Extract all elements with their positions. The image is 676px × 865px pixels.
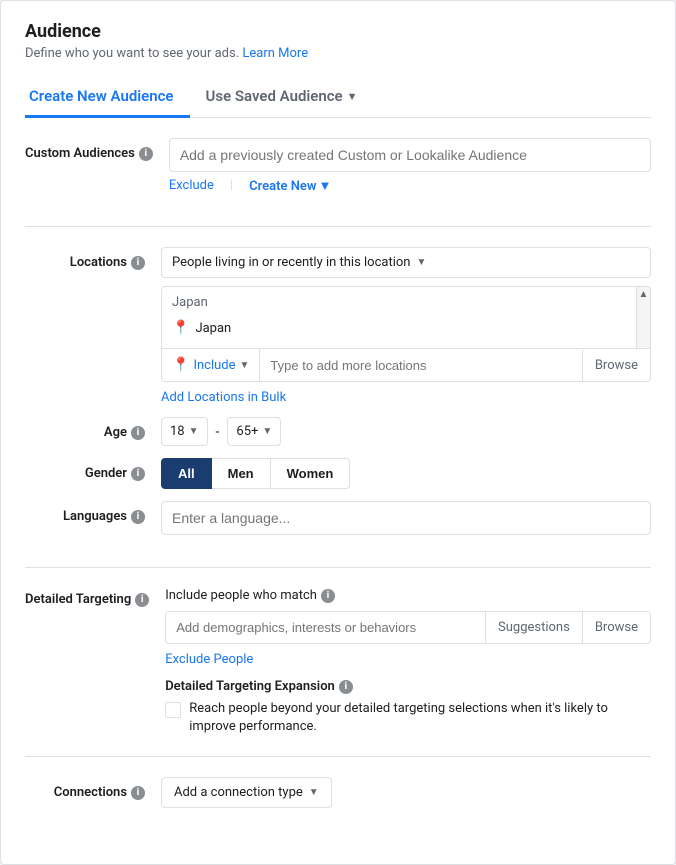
expansion-checkbox-row: Reach people beyond your detailed target…	[165, 700, 651, 736]
learn-more-link[interactable]: Learn More	[242, 46, 308, 61]
detailed-targeting-info-icon[interactable]: i	[135, 593, 149, 607]
connections-section: Connections i Add a connection type ▼	[25, 757, 651, 840]
detailed-targeting-content: Include people who match i Suggestions B…	[165, 588, 651, 736]
custom-audiences-content: Exclude | Create New ▼	[169, 138, 651, 194]
age-label: Age i	[25, 417, 145, 440]
connections-row: Connections i Add a connection type ▼	[25, 777, 651, 808]
gender-buttons: All Men Women	[161, 458, 651, 489]
location-item: 📍 Japan	[172, 316, 640, 340]
age-to-chevron-icon: ▼	[262, 426, 272, 437]
expansion-checkbox[interactable]	[165, 702, 181, 718]
gender-women-button[interactable]: Women	[271, 458, 351, 489]
connection-chevron-icon: ▼	[309, 787, 319, 798]
locations-label: Locations i	[25, 247, 145, 270]
include-row: 📍 Include ▼ Browse	[162, 348, 650, 381]
age-row: Age i 18 ▼ - 65+ ▼	[25, 417, 651, 446]
expansion-text: Reach people beyond your detailed target…	[189, 700, 651, 736]
location-type-input[interactable]	[260, 350, 581, 381]
include-pin-icon: 📍	[172, 357, 189, 373]
gender-row: Gender i All Men Women	[25, 458, 651, 489]
detailed-targeting-header: Detailed Targeting i Include people who …	[25, 588, 651, 736]
tab-create-new[interactable]: Create New Audience	[25, 77, 190, 118]
gender-content: All Men Women	[161, 458, 651, 489]
age-dash: -	[216, 424, 220, 440]
connections-label: Connections i	[25, 777, 145, 800]
suggestions-button[interactable]: Suggestions	[485, 612, 582, 643]
location-search-label: Japan	[172, 295, 640, 310]
age-from-select[interactable]: 18 ▼	[161, 417, 208, 446]
age-info-icon[interactable]: i	[131, 426, 145, 440]
location-browse-button[interactable]: Browse	[582, 350, 650, 381]
languages-input[interactable]	[161, 501, 651, 535]
tab-use-saved[interactable]: Use Saved Audience ▼	[190, 77, 362, 118]
detailed-targeting-section: Detailed Targeting i Include people who …	[25, 568, 651, 757]
age-from-chevron-icon: ▼	[189, 426, 199, 437]
scroll-up-icon[interactable]: ▲	[639, 289, 649, 300]
custom-audiences-links: Exclude | Create New ▼	[169, 178, 651, 194]
custom-audiences-section: Custom Audiences i Exclude | Create New …	[25, 118, 651, 227]
languages-row: Languages i	[25, 501, 651, 535]
exclude-people-link[interactable]: Exclude People	[165, 652, 651, 667]
exclude-link[interactable]: Exclude	[169, 178, 214, 194]
location-scrollbar[interactable]: ▲	[636, 287, 650, 348]
gender-all-button[interactable]: All	[161, 458, 212, 489]
header: Audience Define who you want to see your…	[25, 21, 651, 61]
audience-card: Audience Define who you want to see your…	[0, 0, 676, 865]
location-type-dropdown[interactable]: People living in or recently in this loc…	[161, 247, 651, 278]
include-button[interactable]: 📍 Include ▼	[162, 349, 260, 381]
gender-info-icon[interactable]: i	[131, 467, 145, 481]
connections-info-icon[interactable]: i	[131, 786, 145, 800]
expansion-row: Detailed Targeting Expansion i Reach peo…	[165, 679, 651, 736]
location-box: Japan 📍 Japan ▲ 📍 Include ▼	[161, 286, 651, 382]
detailed-targeting-input[interactable]	[166, 612, 485, 643]
page-subtitle: Define who you want to see your ads. Lea…	[25, 46, 651, 61]
connections-content: Add a connection type ▼	[161, 777, 651, 808]
custom-audiences-info-icon[interactable]: i	[139, 147, 153, 161]
create-new-link[interactable]: Create New ▼	[249, 178, 331, 194]
expansion-info-icon[interactable]: i	[339, 680, 353, 694]
connection-type-dropdown[interactable]: Add a connection type ▼	[161, 777, 332, 808]
locations-content: People living in or recently in this loc…	[161, 247, 651, 405]
languages-info-icon[interactable]: i	[131, 510, 145, 524]
locations-section: Locations i People living in or recently…	[25, 227, 651, 568]
detailed-targeting-title: Include people who match i	[165, 588, 651, 603]
divider: |	[230, 178, 233, 194]
age-controls: 18 ▼ - 65+ ▼	[161, 417, 651, 446]
detailed-targeting-label: Detailed Targeting i	[25, 588, 149, 607]
expansion-title: Detailed Targeting Expansion i	[165, 679, 651, 694]
custom-audiences-input[interactable]	[169, 138, 651, 172]
create-new-chevron-icon: ▼	[319, 178, 332, 194]
detailed-targeting-title-info-icon[interactable]: i	[321, 589, 335, 603]
location-box-inner: Japan 📍 Japan ▲	[162, 287, 650, 348]
age-to-select[interactable]: 65+ ▼	[227, 417, 281, 446]
custom-audiences-row: Custom Audiences i Exclude | Create New …	[25, 138, 651, 194]
include-chevron-icon: ▼	[240, 360, 250, 371]
languages-content	[161, 501, 651, 535]
age-content: 18 ▼ - 65+ ▼	[161, 417, 651, 446]
tabs: Create New Audience Use Saved Audience ▼	[25, 77, 651, 118]
location-pin-icon: 📍	[172, 320, 189, 336]
detailed-targeting-input-row: Suggestions Browse	[165, 611, 651, 644]
custom-audiences-label: Custom Audiences i	[25, 138, 153, 161]
gender-men-button[interactable]: Men	[212, 458, 271, 489]
bulk-locations-link[interactable]: Add Locations in Bulk	[161, 390, 651, 405]
use-saved-chevron-icon: ▼	[347, 90, 358, 103]
location-dropdown-chevron-icon: ▼	[416, 257, 426, 268]
languages-label: Languages i	[25, 501, 145, 524]
locations-row: Locations i People living in or recently…	[25, 247, 651, 405]
page-title: Audience	[25, 21, 651, 42]
detailed-browse-button[interactable]: Browse	[582, 612, 650, 643]
gender-label: Gender i	[25, 458, 145, 481]
locations-info-icon[interactable]: i	[131, 256, 145, 270]
